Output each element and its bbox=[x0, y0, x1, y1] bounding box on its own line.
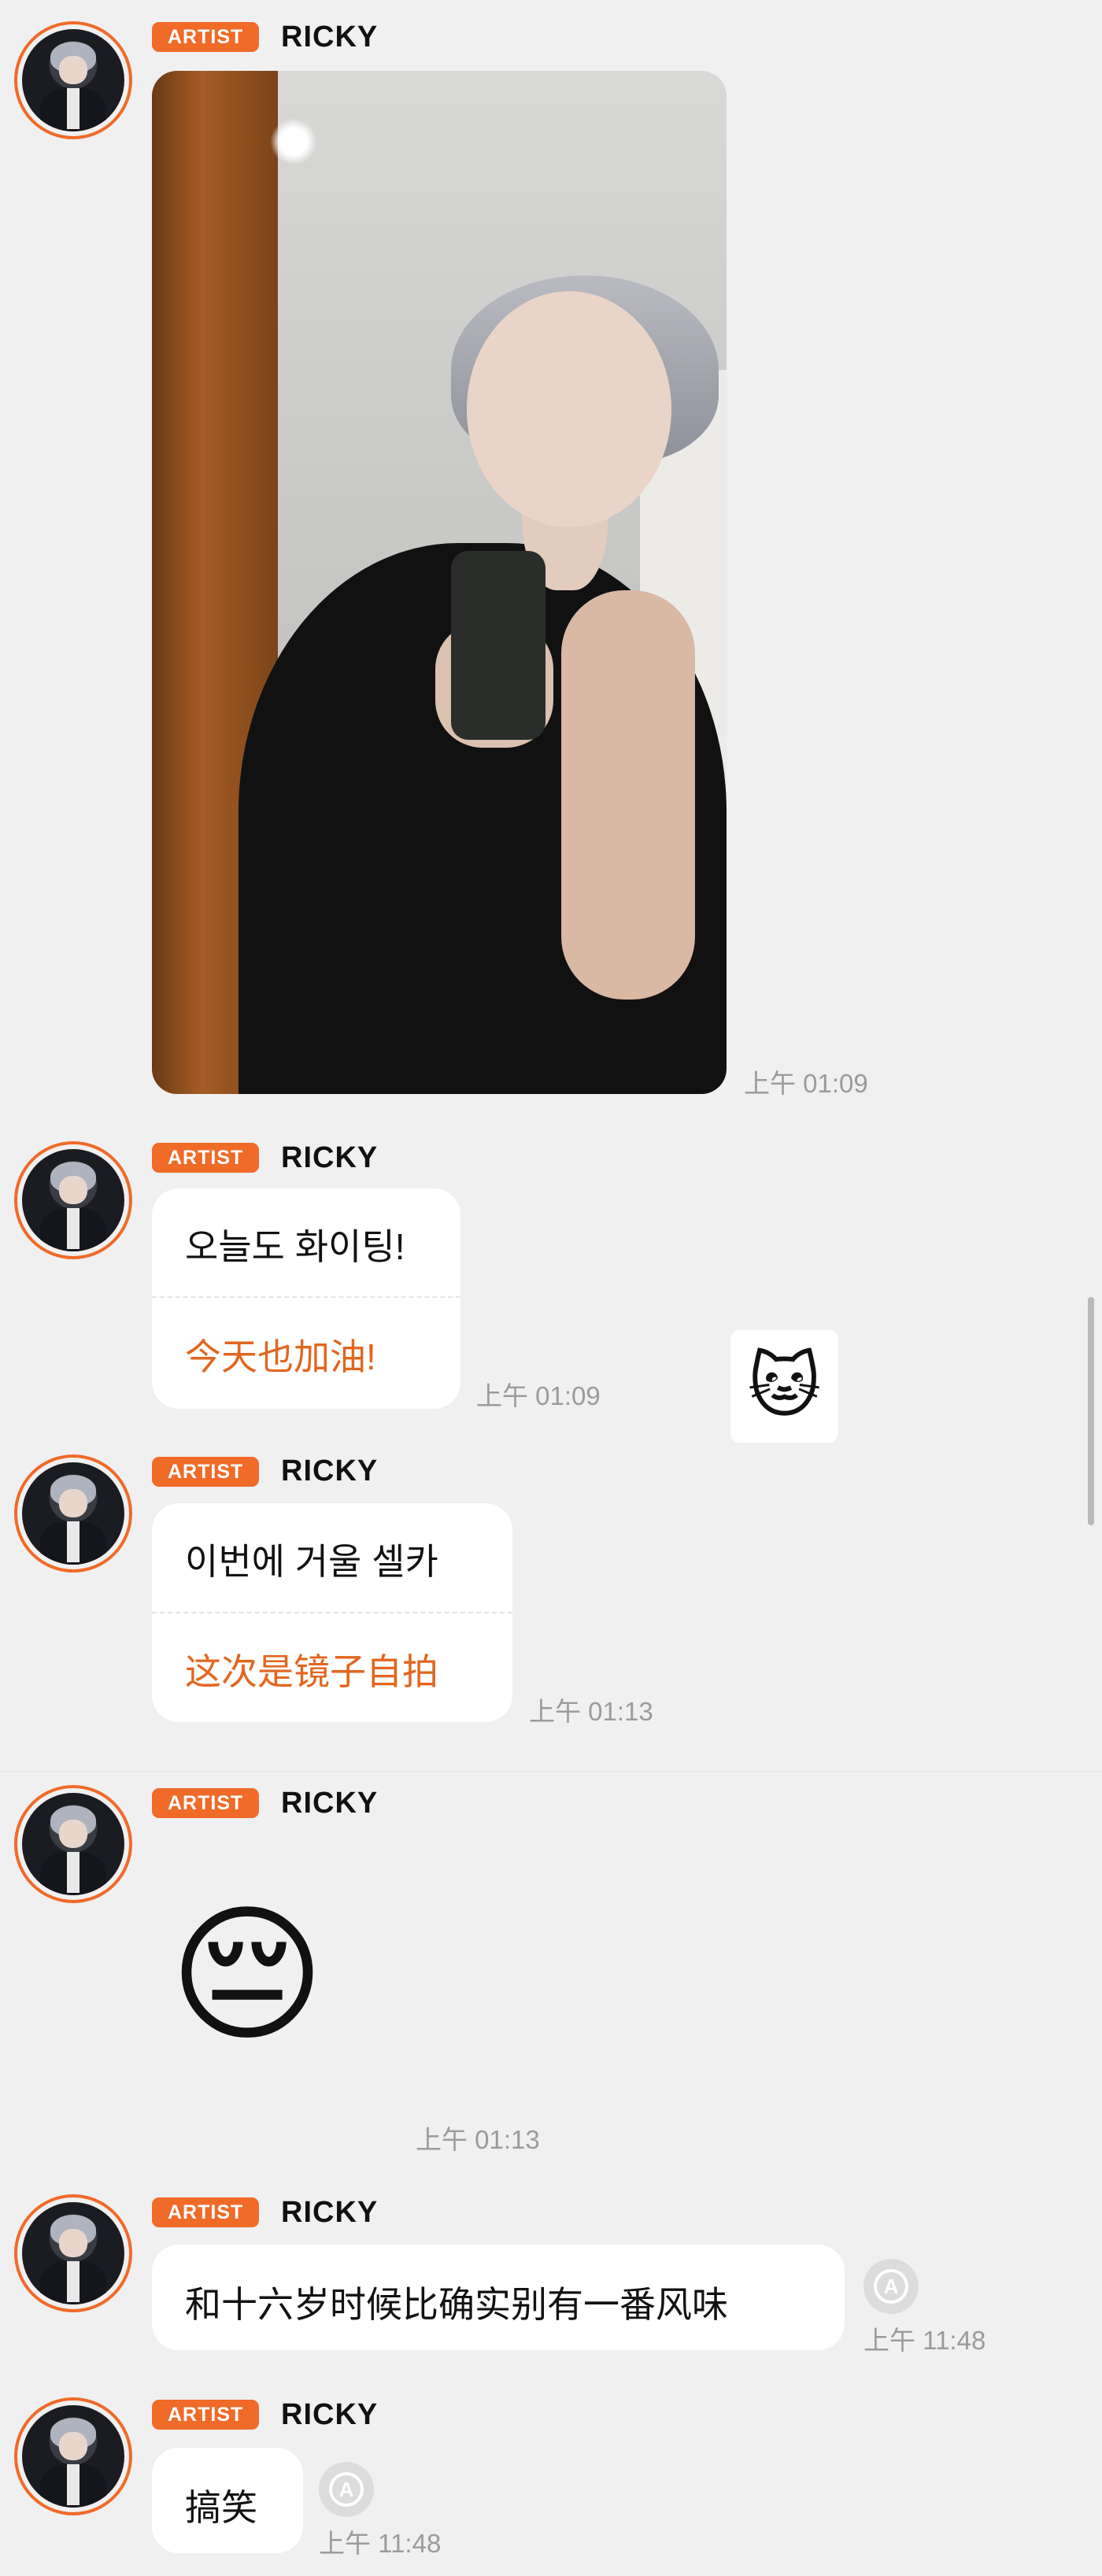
avatar-image bbox=[22, 2405, 124, 2508]
message-original-text: 오늘도 화이팅! bbox=[185, 1226, 405, 1267]
message-bubble[interactable]: 이번에 거울 셀카 这次是镜子自拍 bbox=[152, 1503, 512, 1722]
avatar-image bbox=[22, 1793, 124, 1895]
message-time: 上午 01:13 bbox=[529, 1697, 653, 1726]
message-original-text: 搞笑 bbox=[185, 2487, 257, 2528]
avatar[interactable] bbox=[14, 1141, 132, 1259]
avatar[interactable] bbox=[14, 21, 132, 139]
translation-divider bbox=[152, 1296, 460, 1298]
sender-name[interactable]: RICKY bbox=[281, 2196, 378, 2230]
section-divider bbox=[0, 1771, 1102, 1772]
avatar[interactable] bbox=[14, 1454, 132, 1573]
avatar[interactable] bbox=[14, 1785, 132, 1903]
avatar-image bbox=[22, 1462, 124, 1565]
message-bubble[interactable]: 和十六岁时候比确实别有一番风味 bbox=[152, 2245, 845, 2350]
artist-badge: ARTIST bbox=[152, 22, 260, 52]
avatar-image bbox=[22, 29, 124, 131]
message-time: 上午 11:48 bbox=[319, 2529, 442, 2558]
message-translation-text: 这次是镜子自拍 bbox=[185, 1651, 438, 1692]
avatar-image bbox=[22, 1149, 124, 1251]
message-time: 上午 01:09 bbox=[744, 1069, 868, 1098]
artist-badge: ARTIST bbox=[152, 1788, 260, 1818]
artist-badge: ARTIST bbox=[152, 1143, 260, 1173]
message-original-text: 和十六岁时候比确实别有一番风味 bbox=[185, 2284, 728, 2325]
avatar-image bbox=[22, 2202, 124, 2304]
message-original-text: 이번에 거울 셀카 bbox=[185, 1541, 438, 1582]
cat-sticker-icon[interactable]: 🐱 bbox=[730, 1330, 838, 1443]
translate-icon[interactable]: A bbox=[863, 2259, 919, 2314]
message-translation-text: 今天也加油! bbox=[185, 1336, 376, 1377]
artist-badge: ARTIST bbox=[152, 2400, 260, 2430]
sender-name[interactable]: RICKY bbox=[281, 2398, 378, 2432]
translate-icon[interactable]: A bbox=[319, 2462, 374, 2517]
message-bubble[interactable]: 搞笑 bbox=[152, 2448, 303, 2553]
sender-name[interactable]: RICKY bbox=[281, 1141, 378, 1175]
translation-divider bbox=[152, 1612, 512, 1613]
message-time: 上午 01:13 bbox=[416, 2125, 540, 2154]
message-time: 上午 11:48 bbox=[863, 2326, 986, 2355]
avatar[interactable] bbox=[14, 2397, 132, 2515]
avatar[interactable] bbox=[14, 2194, 132, 2312]
pensive-emoji-icon[interactable]: 😔 bbox=[169, 1901, 350, 2082]
sender-name[interactable]: RICKY bbox=[281, 20, 378, 54]
scrollbar[interactable] bbox=[1088, 1297, 1094, 1525]
photo-message[interactable] bbox=[152, 71, 727, 1094]
message-time: 上午 01:09 bbox=[476, 1381, 601, 1410]
sender-name[interactable]: RICKY bbox=[281, 1787, 378, 1820]
artist-badge: ARTIST bbox=[152, 2197, 260, 2227]
artist-badge: ARTIST bbox=[152, 1457, 260, 1487]
sender-name[interactable]: RICKY bbox=[281, 1454, 378, 1488]
message-bubble[interactable]: 오늘도 화이팅! 今天也加油! bbox=[152, 1188, 460, 1409]
